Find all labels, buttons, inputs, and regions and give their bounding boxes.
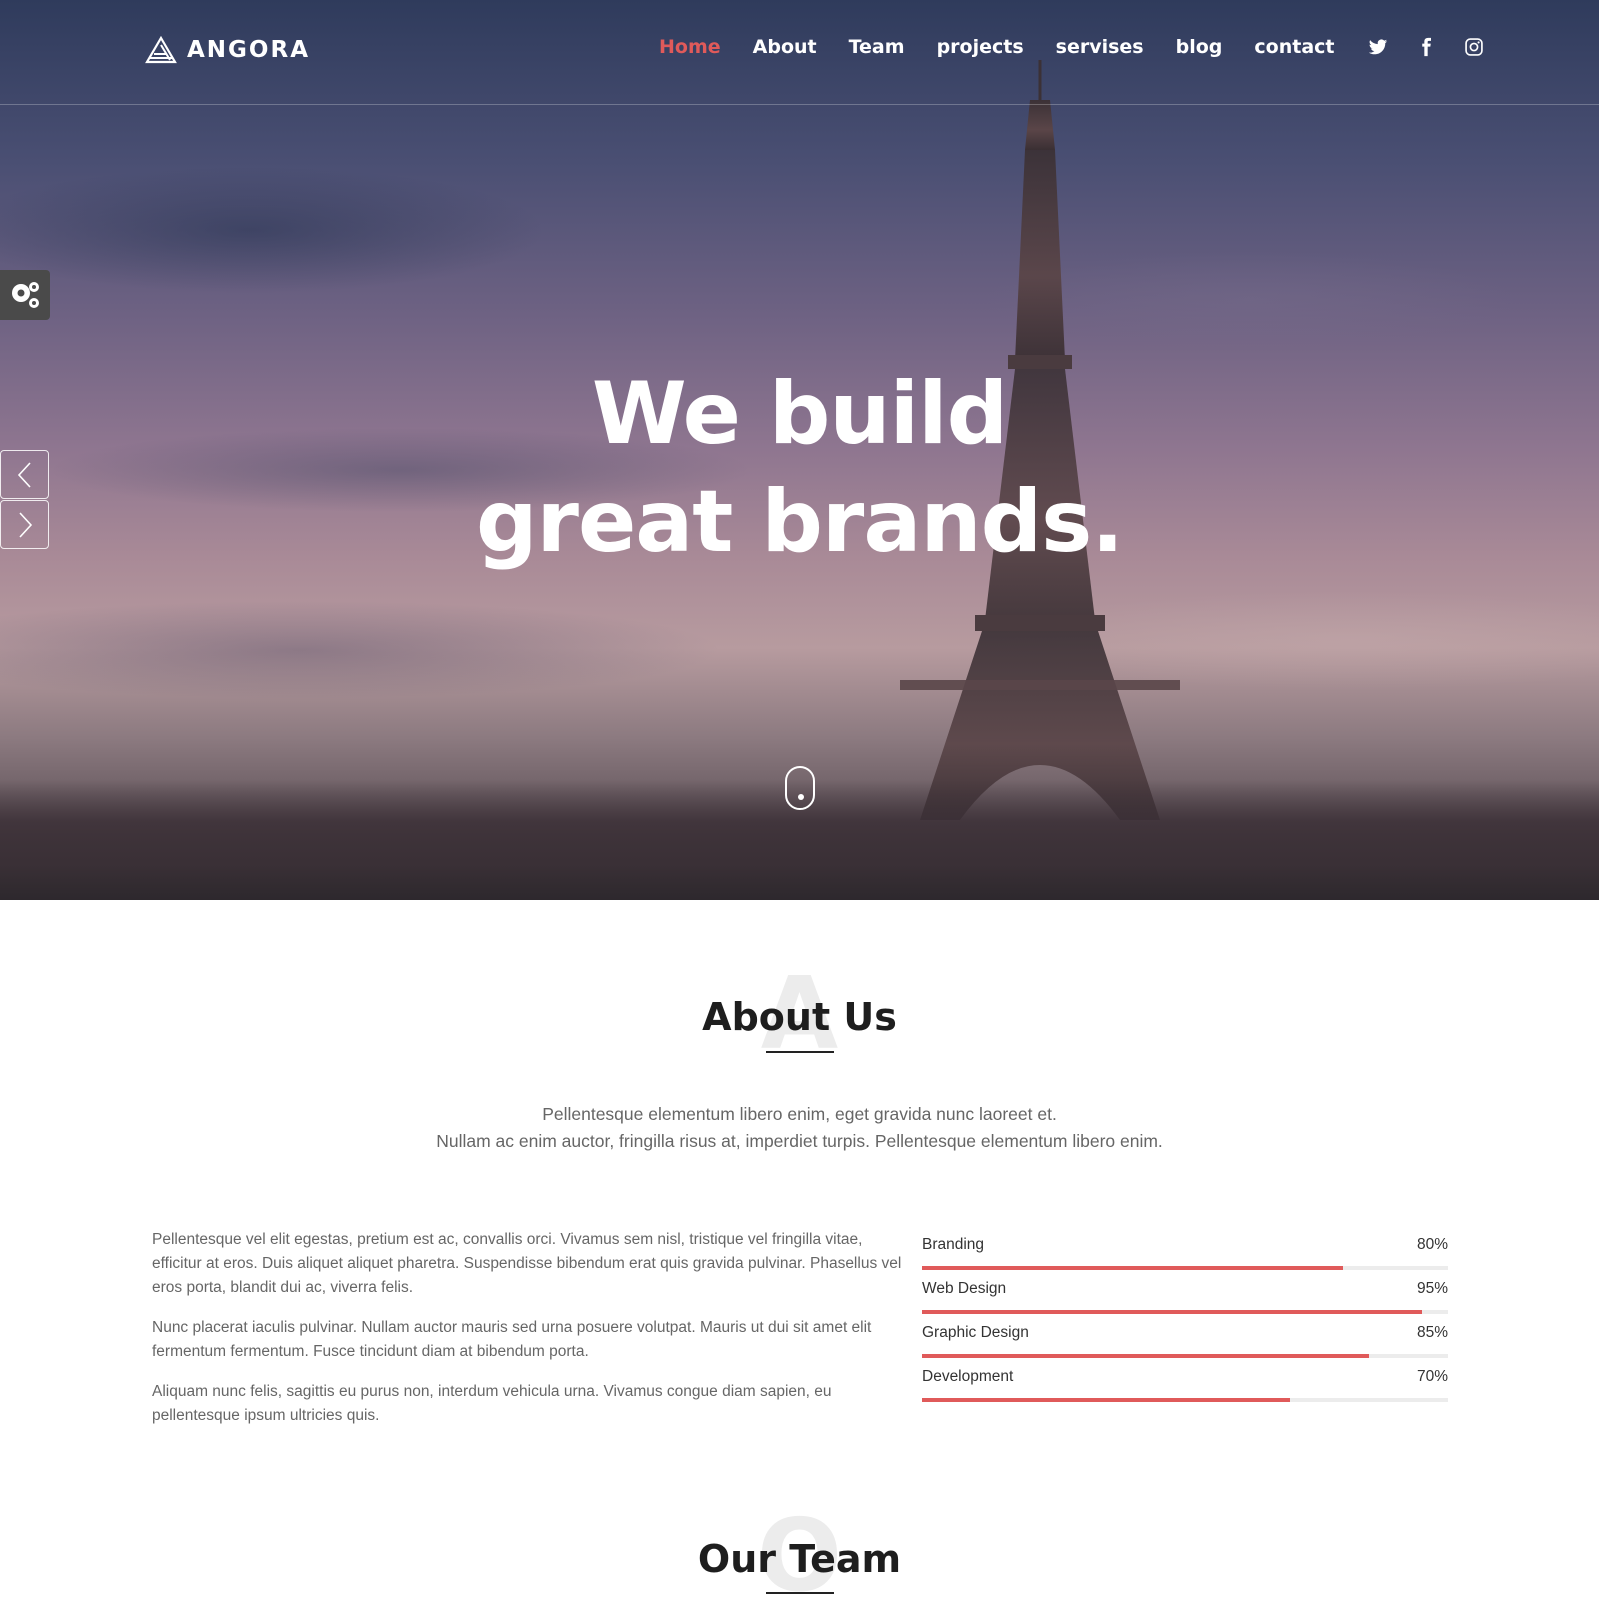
nav-item-about[interactable]: About [753, 36, 817, 58]
about-paragraph: Aliquam nunc felis, sagittis eu purus no… [152, 1383, 832, 1424]
settings-gear-button[interactable] [0, 270, 50, 320]
skill-progress-fill [922, 1266, 1343, 1270]
scroll-down-mouse-icon[interactable] [785, 766, 815, 810]
skill-label: Branding [922, 1236, 985, 1253]
hero-section: ANGORA Home About Team projects servises… [0, 0, 1599, 900]
about-lead-line1: Pellentesque elementum libero enim, eget… [542, 1104, 1057, 1124]
skill-progress-fill [922, 1354, 1370, 1358]
skill-value: 95% [1416, 1280, 1448, 1297]
team-title-underline [766, 1592, 834, 1594]
skill-branding: Branding 80% [922, 1236, 1448, 1280]
nav-item-projects[interactable]: projects [937, 36, 1024, 58]
twitter-icon[interactable] [1368, 37, 1388, 57]
brand-logo[interactable]: ANGORA [145, 36, 310, 64]
skill-value: 70% [1416, 1368, 1448, 1385]
main-nav: Home About Team projects servises blog c… [659, 36, 1484, 58]
team-heading: Our Team [0, 1537, 1599, 1581]
about-paragraph: Nunc placerat iaculis pulvinar. Nullam a… [152, 1319, 872, 1360]
facebook-icon[interactable] [1416, 37, 1436, 57]
nav-item-team[interactable]: Team [849, 36, 905, 58]
hero-title-line1: We build [591, 364, 1008, 464]
skill-progress-fill [922, 1398, 1291, 1402]
skill-label: Development [922, 1368, 1014, 1385]
skill-label: Web Design [922, 1280, 1007, 1297]
skill-progress-fill [922, 1310, 1422, 1314]
nav-item-home[interactable]: Home [659, 36, 721, 58]
logo-icon [145, 36, 177, 64]
about-text: Pellentesque vel elit egestas, pretium e… [152, 1228, 902, 1444]
skill-label: Graphic Design [922, 1324, 1029, 1341]
gears-icon [12, 282, 39, 308]
instagram-icon[interactable] [1464, 37, 1484, 57]
top-navbar: ANGORA Home About Team projects servises… [0, 0, 1599, 105]
about-lead-line2: Nullam ac enim auctor, fringilla risus a… [436, 1131, 1163, 1151]
about-paragraph: Pellentesque vel elit egestas, pretium e… [152, 1231, 902, 1296]
skill-value: 85% [1416, 1324, 1448, 1341]
skill-web-design: Web Design 95% [922, 1280, 1448, 1324]
skill-development: Development 70% [922, 1368, 1448, 1412]
skill-graphic-design: Graphic Design 85% [922, 1324, 1448, 1368]
skills-list: Branding 80% Web Design 95% Graphic Design… [922, 1236, 1448, 1412]
nav-item-contact[interactable]: contact [1254, 36, 1334, 58]
nav-item-servises[interactable]: servises [1056, 36, 1144, 58]
skill-progress-track [922, 1398, 1448, 1402]
about-title: About Us [702, 995, 897, 1039]
about-heading: About Us [0, 995, 1599, 1039]
skill-progress-track [922, 1310, 1448, 1314]
hero-title-line2: great brands. [475, 472, 1124, 572]
nav-item-blog[interactable]: blog [1176, 36, 1223, 58]
skill-value: 80% [1416, 1236, 1448, 1253]
social-links [1368, 37, 1484, 57]
hero-title: We build great brands. [0, 360, 1599, 576]
about-lead: Pellentesque elementum libero enim, eget… [0, 1101, 1599, 1155]
about-title-underline [766, 1051, 834, 1053]
brand-name: ANGORA [187, 37, 310, 63]
skill-progress-track [922, 1266, 1448, 1270]
skill-progress-track [922, 1354, 1448, 1358]
team-title: Our Team [697, 1537, 902, 1581]
